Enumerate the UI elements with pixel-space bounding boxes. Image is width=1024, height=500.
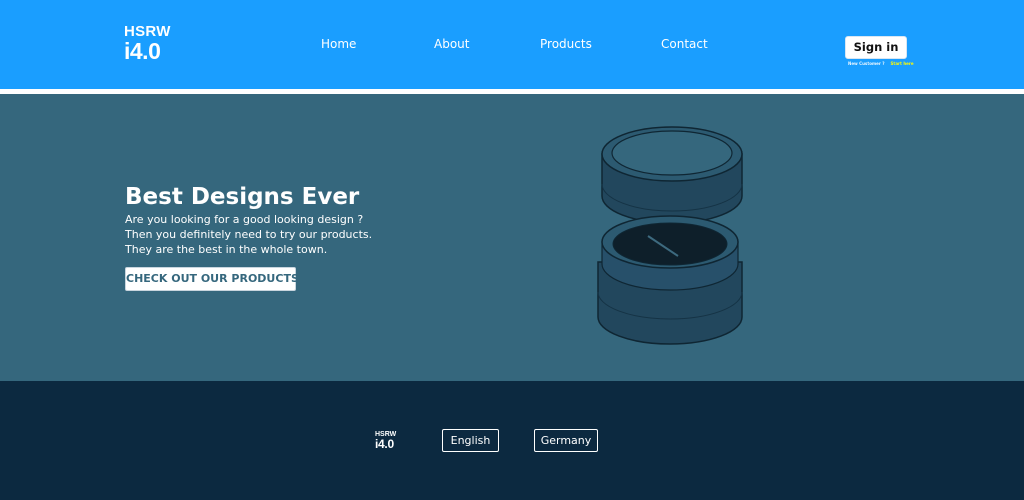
new-customer-note: New Customer ? Start here bbox=[848, 61, 914, 67]
hero-text-line-3: They are the best in the whole town. bbox=[125, 243, 328, 256]
hero-text-line-1: Are you looking for a good looking desig… bbox=[125, 213, 364, 226]
site-header: HSRW i4.0 Home About Products Contact Si… bbox=[0, 0, 1024, 89]
language-english-button[interactable]: English bbox=[442, 429, 499, 452]
nav-products-link[interactable]: Products bbox=[540, 36, 592, 52]
cylindrical-box-icon bbox=[597, 126, 743, 345]
nav-contact-link[interactable]: Contact bbox=[661, 36, 708, 52]
check-out-products-button[interactable]: CHECK OUT OUR PRODUCTS bbox=[125, 267, 299, 291]
sign-in-button[interactable]: Sign in bbox=[845, 36, 907, 59]
footer-logo[interactable]: HSRW i4.0 bbox=[375, 431, 396, 450]
hero-title: Best Designs Ever bbox=[125, 184, 360, 210]
language-germany-button[interactable]: Germany bbox=[534, 429, 598, 452]
new-customer-text: New Customer ? bbox=[848, 61, 885, 66]
hero-text-line-2: Then you definitely need to try our prod… bbox=[125, 228, 373, 241]
nav-about-link[interactable]: About bbox=[434, 36, 469, 52]
nav-home-link[interactable]: Home bbox=[321, 36, 356, 52]
hero-section: Best Designs Ever Are you looking for a … bbox=[0, 94, 1024, 381]
site-footer: HSRW i4.0 English Germany bbox=[0, 381, 1024, 500]
footer-logo-bottom: i4.0 bbox=[375, 437, 394, 451]
product-image bbox=[590, 124, 750, 350]
start-here-link[interactable]: Start here bbox=[891, 61, 914, 66]
